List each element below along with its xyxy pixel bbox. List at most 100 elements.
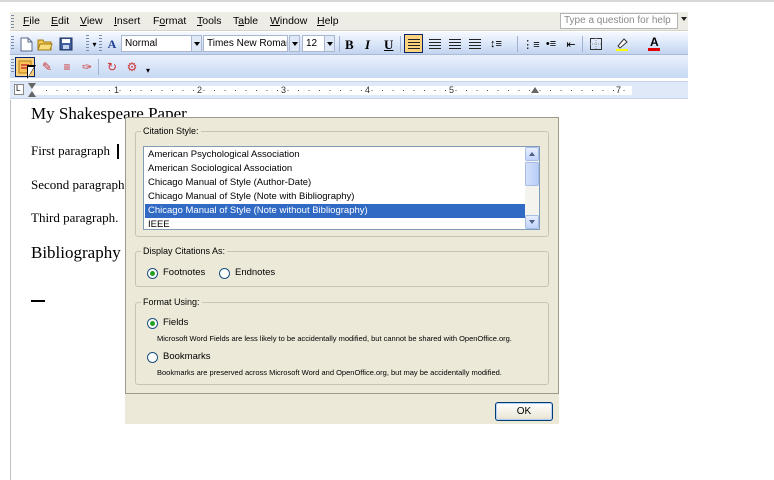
horizontal-ruler[interactable]: 1 2 3 4 5 7 bbox=[10, 81, 688, 99]
new-document-icon[interactable] bbox=[18, 36, 34, 52]
citation-style-item[interactable]: Chicago Manual of Style (Note with Bibli… bbox=[147, 190, 354, 204]
scroll-thumb[interactable] bbox=[525, 162, 539, 186]
window-top-edge bbox=[0, 0, 774, 2]
justify-icon[interactable] bbox=[469, 39, 481, 49]
text-caret bbox=[117, 144, 119, 159]
align-center-icon[interactable] bbox=[429, 39, 441, 49]
citation-style-item[interactable]: IEEE bbox=[147, 218, 170, 229]
highlight-icon[interactable] bbox=[614, 36, 630, 52]
citation-style-item[interactable]: American Sociological Association bbox=[147, 162, 292, 176]
underline-button[interactable]: U bbox=[384, 37, 393, 53]
fields-label[interactable]: Fields bbox=[163, 317, 188, 328]
endnotes-label[interactable]: Endnotes bbox=[235, 267, 275, 278]
save-icon[interactable] bbox=[58, 36, 74, 52]
menu-item[interactable]: View bbox=[80, 15, 103, 27]
font-dropdown-icon[interactable] bbox=[289, 35, 300, 52]
bookmarks-radio[interactable] bbox=[147, 352, 158, 363]
fields-description: Microsoft Word Fields are less likely to… bbox=[157, 334, 512, 343]
font-size-dropdown-icon[interactable] bbox=[324, 35, 335, 52]
separator bbox=[517, 36, 518, 52]
ruler-ticks bbox=[46, 90, 626, 91]
citation-style-item[interactable]: Chicago Manual of Style (Note without Bi… bbox=[145, 204, 525, 218]
help-dropdown-icon[interactable] bbox=[681, 17, 687, 21]
first-line-indent-marker[interactable] bbox=[28, 83, 36, 89]
bookmarks-description: Bookmarks are preserved across Microsoft… bbox=[157, 368, 502, 377]
line-spacing-icon[interactable]: ↕≡ bbox=[488, 36, 504, 52]
list-scrollbar[interactable] bbox=[525, 147, 539, 229]
menu-item[interactable]: Window bbox=[270, 15, 307, 27]
menu-item[interactable]: Format bbox=[153, 15, 186, 27]
ruler-number: 2 bbox=[197, 85, 203, 95]
bibliography-heading[interactable]: Bibliography bbox=[31, 243, 121, 263]
paragraph-3[interactable]: Third paragraph. bbox=[31, 210, 118, 226]
toolbar-grip[interactable] bbox=[11, 36, 14, 51]
bullets-icon[interactable]: •≡ bbox=[543, 36, 559, 52]
separator bbox=[400, 36, 401, 52]
style-combo[interactable]: Normal bbox=[121, 35, 193, 52]
align-left-button[interactable] bbox=[404, 34, 423, 53]
ok-button[interactable]: OK bbox=[495, 402, 553, 421]
menu-grip[interactable] bbox=[11, 15, 14, 28]
ruler-number: 5 bbox=[449, 85, 455, 95]
dialog-footer bbox=[125, 394, 559, 424]
bold-button[interactable]: B bbox=[345, 37, 354, 53]
style-pane-icon[interactable]: A bbox=[104, 36, 120, 52]
open-folder-icon[interactable] bbox=[37, 36, 53, 52]
menu-item[interactable]: Insert bbox=[114, 15, 140, 27]
separator bbox=[582, 36, 583, 52]
menu-item[interactable]: File bbox=[23, 15, 40, 27]
page-edge bbox=[10, 100, 11, 480]
align-right-icon[interactable] bbox=[449, 39, 461, 49]
right-indent-marker[interactable] bbox=[531, 87, 539, 93]
borders-icon[interactable] bbox=[588, 36, 604, 52]
citation-preferences-icon[interactable]: ⚙ bbox=[124, 59, 140, 75]
align-left-icon bbox=[408, 39, 420, 49]
scroll-down-icon[interactable] bbox=[525, 215, 539, 229]
insert-bibliography-icon[interactable]: ✑ bbox=[79, 59, 95, 75]
refresh-citations-icon[interactable]: ↻ bbox=[104, 59, 120, 75]
tab-selector[interactable]: L bbox=[14, 84, 24, 95]
italic-button[interactable]: I bbox=[365, 37, 370, 53]
numbering-icon[interactable]: ⋮≡ bbox=[522, 36, 539, 52]
mouse-pointer-fill bbox=[28, 67, 34, 77]
toolbar-options-icon[interactable]: ▾ bbox=[92, 36, 97, 52]
footnotes-radio[interactable] bbox=[147, 268, 158, 279]
menu-item[interactable]: Edit bbox=[51, 15, 69, 27]
style-dropdown-icon[interactable] bbox=[191, 35, 202, 52]
toolbar-overflow-grip[interactable] bbox=[86, 35, 89, 52]
hanging-indent-marker[interactable] bbox=[28, 91, 36, 97]
footnotes-label[interactable]: Footnotes bbox=[163, 267, 205, 278]
citation-style-item[interactable]: Chicago Manual of Style (Author-Date) bbox=[147, 176, 311, 190]
edit-citation-icon[interactable]: ≡ bbox=[59, 59, 75, 75]
ruler-number: 4 bbox=[365, 85, 371, 95]
citation-toolbar-grip[interactable] bbox=[11, 59, 14, 74]
menu-item[interactable]: Help bbox=[317, 15, 339, 27]
citation-toolbar-options-icon[interactable]: ▾ bbox=[144, 62, 152, 78]
scroll-up-icon[interactable] bbox=[525, 147, 539, 161]
separator bbox=[98, 59, 99, 75]
citation-style-item[interactable]: American Psychological Association bbox=[147, 148, 300, 162]
font-size-combo[interactable]: 12 bbox=[302, 35, 326, 52]
font-combo[interactable]: Times New Roman bbox=[203, 35, 288, 52]
format-using-label: Format Using: bbox=[141, 297, 202, 307]
ruler-number: 7 bbox=[616, 85, 622, 95]
decrease-indent-icon[interactable]: ⇤ bbox=[563, 36, 579, 52]
menu-item[interactable]: Table bbox=[233, 15, 258, 27]
bibliography-placeholder bbox=[31, 300, 45, 302]
toolbar-grip-2[interactable] bbox=[99, 35, 102, 52]
insert-citation-icon[interactable]: ✎ bbox=[39, 59, 55, 75]
bookmarks-label[interactable]: Bookmarks bbox=[163, 351, 211, 362]
citation-style-list[interactable]: American Psychological Association Americ… bbox=[143, 146, 540, 230]
font-color-icon[interactable]: A bbox=[646, 35, 662, 51]
display-citations-label: Display Citations As: bbox=[141, 246, 228, 256]
help-search-input[interactable]: Type a question for help bbox=[560, 13, 678, 29]
ruler-number: 1 bbox=[114, 85, 120, 95]
menu-item[interactable]: Tools bbox=[197, 15, 222, 27]
fields-radio[interactable] bbox=[147, 318, 158, 329]
endnotes-radio[interactable] bbox=[219, 268, 230, 279]
paragraph-1[interactable]: First paragraph bbox=[31, 143, 110, 159]
paragraph-2[interactable]: Second paragraph bbox=[31, 177, 125, 193]
separator bbox=[339, 36, 340, 52]
citation-style-label: Citation Style: bbox=[141, 126, 201, 136]
ruler-number: 3 bbox=[281, 85, 287, 95]
